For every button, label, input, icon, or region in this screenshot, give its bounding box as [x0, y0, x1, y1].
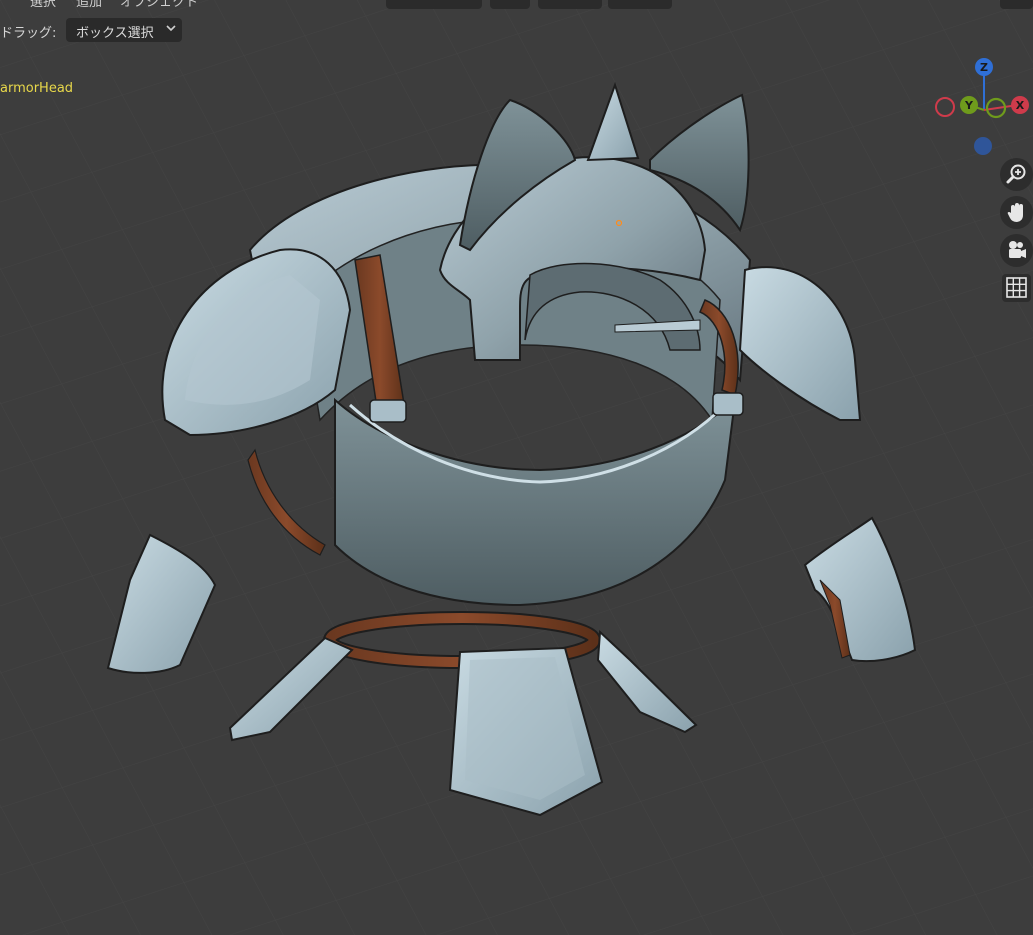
- chest-plate: [334, 397, 737, 607]
- grid-icon: [1006, 277, 1027, 298]
- zoom-button[interactable]: [1000, 158, 1033, 191]
- pan-button[interactable]: [1000, 196, 1033, 229]
- navigation-gizmo[interactable]: Z Y X: [930, 55, 1033, 163]
- right-bracer: [803, 516, 917, 663]
- left-bracer: [106, 533, 217, 674]
- ortho-toggle-button[interactable]: [1002, 274, 1031, 302]
- axis-z-label: Z: [980, 61, 988, 74]
- camera-icon: [1009, 241, 1026, 258]
- axis-neg-x-icon: [935, 97, 955, 117]
- axis-neg-z-icon: [974, 137, 992, 155]
- 3d-viewport[interactable]: 選択 追加 オブジェクト ドラッグ: ボックス選択 armorHead Z Y …: [0, 0, 1033, 935]
- zoom-icon: [1006, 164, 1026, 184]
- right-tasset: [596, 629, 698, 734]
- axis-y-label: Y: [964, 99, 974, 112]
- right-pauldron: [738, 266, 862, 421]
- axis-x-label: X: [1016, 99, 1025, 112]
- left-tasset: [228, 636, 354, 742]
- armor-model[interactable]: [0, 0, 1033, 935]
- helmet-spike: [586, 81, 640, 162]
- camera-view-button[interactable]: [1000, 234, 1033, 267]
- hand-icon: [1007, 203, 1023, 222]
